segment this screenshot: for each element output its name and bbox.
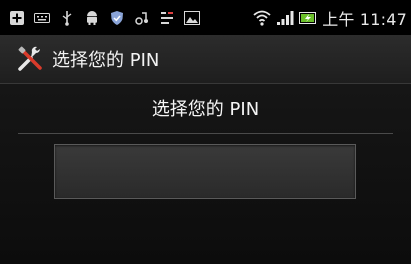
divider (18, 133, 393, 134)
notification-icon (158, 9, 176, 27)
android-icon (83, 9, 101, 27)
pin-prompt: 选择您的 PIN (151, 99, 260, 120)
add-icon (8, 9, 26, 27)
keyboard-icon (33, 9, 51, 27)
status-right-icons: 上午 11:47 (253, 0, 407, 35)
settings-tools-icon[interactable] (16, 45, 44, 73)
usb-icon (58, 9, 76, 27)
battery-icon (299, 9, 317, 27)
page-title: 选择您的 PIN (52, 50, 160, 71)
status-clock: 上午 11:47 (322, 9, 407, 29)
pin-setup-panel: 选择您的 PIN (0, 84, 411, 264)
wifi-icon (253, 9, 271, 27)
pin-input[interactable] (54, 144, 356, 199)
status-bar: 上午 11:47 (0, 0, 411, 35)
action-bar: 选择您的 PIN (0, 35, 411, 84)
sync-icon (133, 9, 151, 27)
image-icon (183, 9, 201, 27)
shield-icon (108, 9, 126, 27)
signal-icon (276, 9, 294, 27)
status-left-icons (8, 9, 208, 27)
